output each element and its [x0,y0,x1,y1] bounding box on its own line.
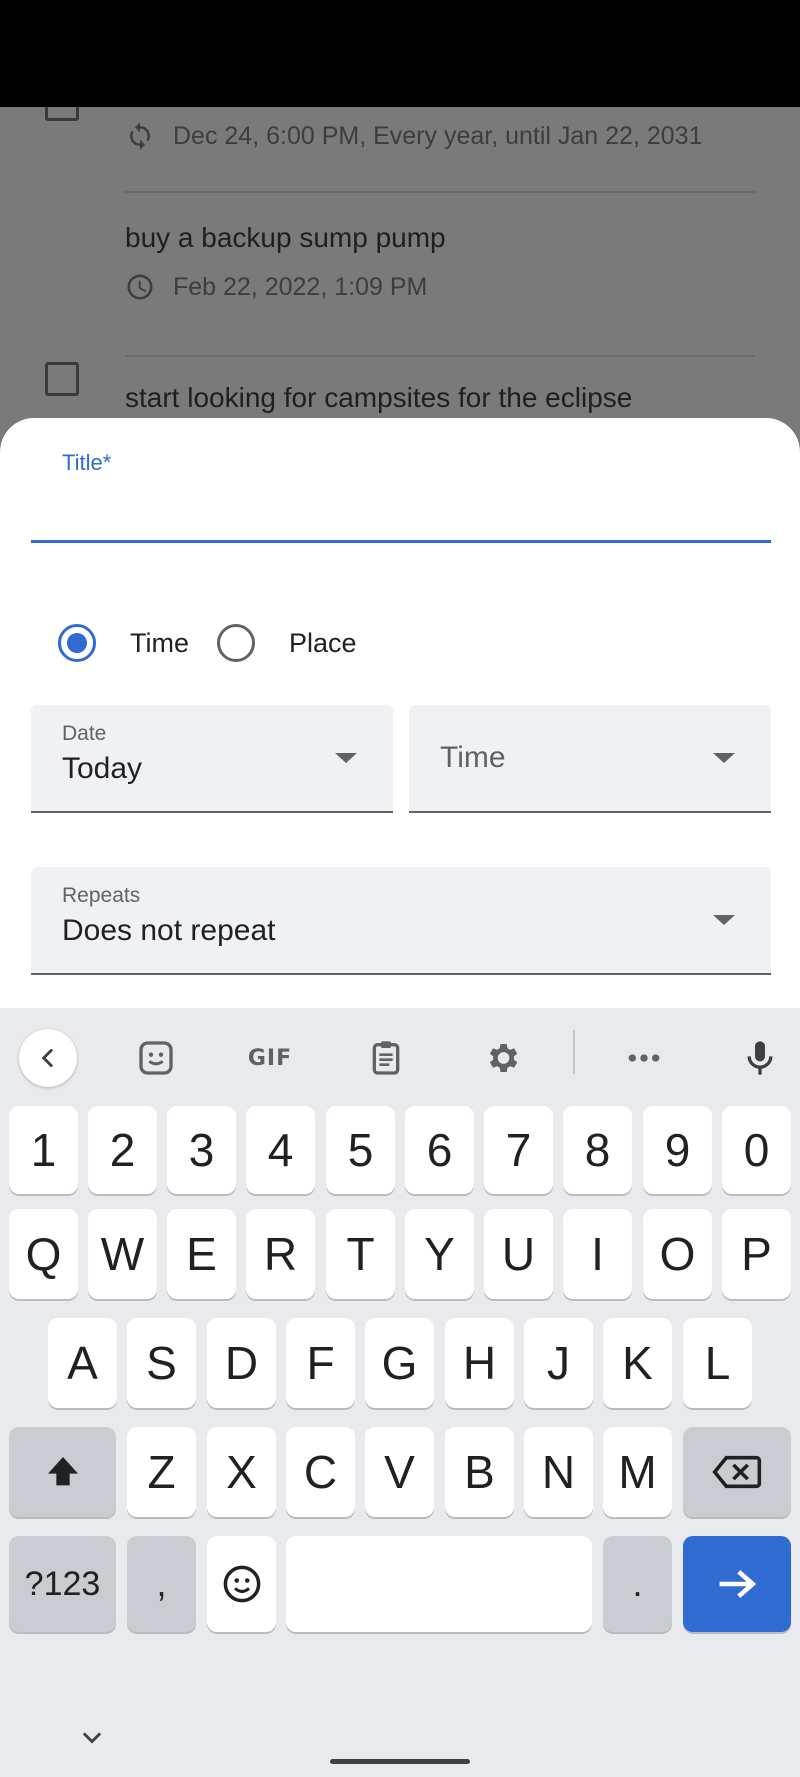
reminder-type-radio-group: Time Place [58,623,385,663]
keyboard-toolbar: GIF [0,1008,800,1098]
key-y[interactable]: Y [405,1209,474,1299]
dropdown-arrow-icon [713,915,735,925]
reminder-meta-text: Dec 24, 6:00 PM, Every year, until Jan 2… [173,121,703,150]
key-s[interactable]: S [127,1318,196,1408]
key-k[interactable]: K [603,1318,672,1408]
key-1[interactable]: 1 [9,1106,78,1194]
key-8[interactable]: 8 [563,1106,632,1194]
dropdown-arrow-icon [335,753,357,763]
home-gesture-bar[interactable] [330,1759,470,1764]
reminder-title: buy a backup sump pump [125,222,446,253]
key-o[interactable]: O [643,1209,712,1299]
key-z[interactable]: Z [127,1427,196,1517]
divider [125,355,755,357]
key-v[interactable]: V [365,1427,434,1517]
key-c[interactable]: C [286,1427,355,1517]
time-dropdown[interactable]: Time [409,705,771,813]
key-p[interactable]: P [722,1209,791,1299]
divider [125,191,755,193]
comma-key[interactable]: , [127,1536,196,1632]
place-radio[interactable] [217,624,255,662]
key-d[interactable]: D [207,1318,276,1408]
key-n[interactable]: N [524,1427,593,1517]
reminder-meta-text: Feb 22, 2022, 1:09 PM [173,272,428,301]
shift-arrow-icon [47,1457,78,1486]
time-radio[interactable] [58,624,96,662]
key-w[interactable]: W [88,1209,157,1299]
repeats-value: Does not repeat [62,914,276,947]
key-t[interactable]: T [326,1209,395,1299]
date-value: Today [62,752,143,785]
reminder-checkbox[interactable] [45,362,79,396]
key-3[interactable]: 3 [167,1106,236,1194]
key-0[interactable]: 0 [722,1106,791,1194]
enter-key[interactable] [683,1536,791,1632]
gif-label: GIF [247,1045,293,1071]
key-9[interactable]: 9 [643,1106,712,1194]
backspace-key[interactable] [683,1427,791,1517]
key-f[interactable]: F [286,1318,355,1408]
dropdown-arrow-icon [713,753,735,763]
on-screen-keyboard: GIF 1 2 3 4 5 6 7 8 9 0 Q W E R T Y U I … [0,1008,800,1777]
emoji-icon [223,1565,260,1603]
key-g[interactable]: G [365,1318,434,1408]
clipboard-icon[interactable] [366,1030,406,1086]
key-2[interactable]: 2 [88,1106,157,1194]
back-chevron-icon[interactable] [19,1029,77,1087]
clock-icon [127,274,153,300]
sticker-icon[interactable] [134,1030,178,1086]
repeats-label: Repeats [62,884,141,907]
status-bar [0,0,800,107]
key-4[interactable]: 4 [246,1106,315,1194]
reminder-title: start looking for campsites for the ecli… [125,382,633,413]
arrow-right-icon [719,1570,757,1598]
more-icon[interactable] [624,1030,664,1086]
key-q[interactable]: Q [9,1209,78,1299]
reminder-checkbox[interactable] [45,107,79,121]
repeats-dropdown[interactable]: Repeats Does not repeat [31,867,771,975]
key-5[interactable]: 5 [326,1106,395,1194]
emoji-key[interactable] [207,1536,276,1632]
space-key[interactable] [286,1536,592,1632]
symbols-key[interactable]: ?123 [9,1536,116,1632]
key-r[interactable]: R [246,1209,315,1299]
key-h[interactable]: H [445,1318,514,1408]
time-placeholder: Time [440,741,506,774]
period-key[interactable]: . [603,1536,672,1632]
settings-gear-icon[interactable] [482,1030,522,1086]
new-reminder-sheet: Title* Time Place Date Today Time Repeat… [0,418,800,1008]
key-m[interactable]: M [603,1427,672,1517]
key-e[interactable]: E [167,1209,236,1299]
reminder-meta: Dec 24, 6:00 PM, Every year, until Jan 2… [125,121,702,151]
key-l[interactable]: L [683,1318,752,1408]
place-radio-label[interactable]: Place [289,628,357,659]
title-input[interactable] [31,480,771,540]
key-b[interactable]: B [445,1427,514,1517]
date-label: Date [62,722,107,745]
hide-keyboard-chevron-icon[interactable] [78,1728,106,1753]
key-j[interactable]: J [524,1318,593,1408]
key-6[interactable]: 6 [405,1106,474,1194]
key-7[interactable]: 7 [484,1106,553,1194]
key-i[interactable]: I [563,1209,632,1299]
microphone-icon[interactable] [740,1030,780,1086]
shift-key[interactable] [9,1427,116,1517]
key-u[interactable]: U [484,1209,553,1299]
title-field-underline [31,540,771,543]
date-dropdown[interactable]: Date Today [31,705,393,813]
key-x[interactable]: X [207,1427,276,1517]
time-radio-label[interactable]: Time [130,628,189,659]
reminder-meta: Feb 22, 2022, 1:09 PM [125,272,427,302]
backspace-icon [712,1455,762,1489]
toolbar-separator [573,1030,575,1074]
title-field-label: Title* [62,450,112,475]
key-a[interactable]: A [48,1318,117,1408]
gif-button[interactable]: GIF [244,1030,296,1086]
repeat-icon [130,122,150,150]
